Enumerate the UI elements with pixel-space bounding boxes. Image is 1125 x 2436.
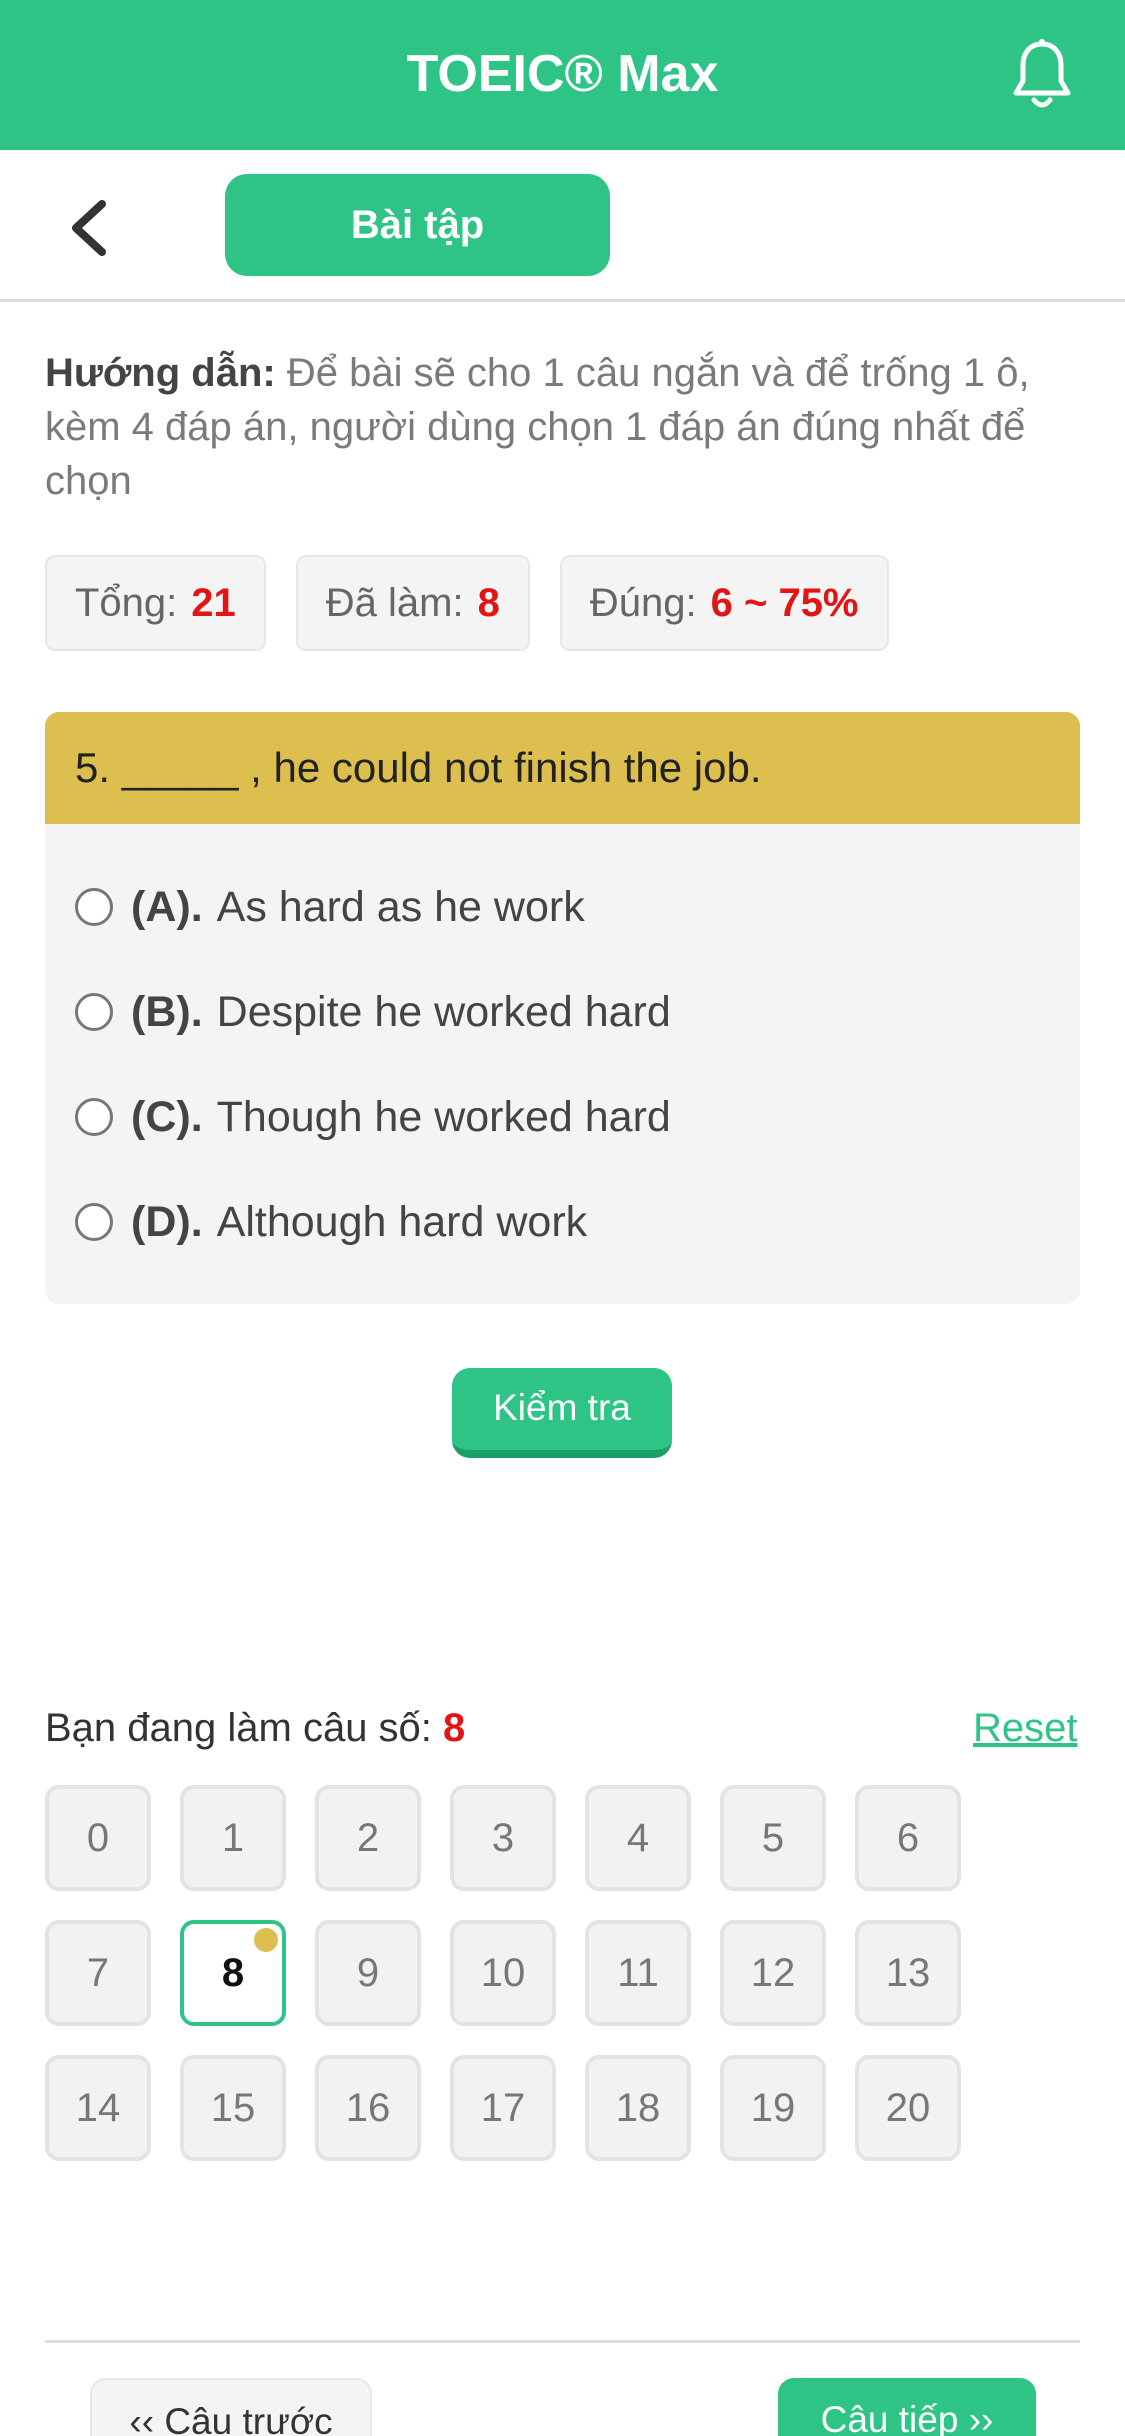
progress-current: 8	[443, 1706, 466, 1750]
next-question-button[interactable]: Câu tiếp ››	[778, 2378, 1036, 2436]
tab-exercises[interactable]: Bài tập	[225, 174, 610, 276]
question-number-cell[interactable]: 0	[45, 1785, 151, 1891]
question-number-cell[interactable]: 12	[720, 1920, 826, 2026]
question-number-cell[interactable]: 2	[315, 1785, 421, 1891]
option-a[interactable]: (A). As hard as he work	[75, 872, 585, 942]
question-number-cell[interactable]: 1	[180, 1785, 286, 1891]
prev-question-button[interactable]: ‹‹ Câu trước	[90, 2378, 372, 2436]
chevron-left-icon[interactable]	[62, 196, 118, 260]
question-number-cell[interactable]: 10	[450, 1920, 556, 2026]
instructions: Hướng dẫn: Để bài sẽ cho 1 câu ngắn và đ…	[45, 346, 1085, 508]
option-text: Though he worked hard	[216, 1092, 671, 1141]
radio-button[interactable]	[75, 993, 113, 1031]
stats-row: Tổng: 21 Đã làm: 8 Đúng: 6 ~ 75%	[45, 555, 889, 651]
question-number-cell[interactable]: 16	[315, 2055, 421, 2161]
question-number-cell[interactable]: 20	[855, 2055, 961, 2161]
option-d[interactable]: (D). Although hard work	[75, 1187, 587, 1257]
sub-header: Bài tập	[0, 150, 1125, 302]
stat-value: 6 ~ 75%	[710, 581, 859, 625]
question-number-cell[interactable]: 13	[855, 1920, 961, 2026]
option-c[interactable]: (C). Though he worked hard	[75, 1082, 671, 1152]
option-letter: (B).	[131, 987, 203, 1036]
divider	[45, 2340, 1080, 2343]
stat-done: Đã làm: 8	[295, 555, 530, 651]
option-letter: (C).	[131, 1092, 203, 1141]
check-button[interactable]: Kiểm tra	[452, 1368, 672, 1458]
question-number-cell[interactable]: 11	[585, 1920, 691, 2026]
question-number-cell[interactable]: 8	[180, 1920, 286, 2026]
stat-value: 21	[191, 581, 236, 625]
stat-label: Đã làm:	[325, 581, 464, 625]
app-bar: TOEIC® Max	[0, 0, 1125, 150]
option-letter: (D).	[131, 1197, 203, 1246]
question-number-cell[interactable]: 3	[450, 1785, 556, 1891]
option-text: Despite he worked hard	[216, 987, 671, 1036]
current-marker-dot	[254, 1928, 278, 1952]
progress-label: Bạn đang làm câu số:	[45, 1706, 432, 1750]
stat-label: Đúng:	[589, 581, 697, 625]
radio-button[interactable]	[75, 1098, 113, 1136]
option-text: Although hard work	[216, 1197, 588, 1246]
question-number-cell[interactable]: 7	[45, 1920, 151, 2026]
question-number-cell[interactable]: 18	[585, 2055, 691, 2161]
option-b[interactable]: (B). Despite he worked hard	[75, 977, 671, 1047]
question-number-cell[interactable]: 14	[45, 2055, 151, 2161]
reset-link[interactable]: Reset	[973, 1700, 1078, 1756]
stat-label: Tổng:	[75, 581, 178, 625]
option-text: As hard as he work	[216, 882, 585, 931]
instructions-label: Hướng dẫn:	[45, 351, 276, 395]
stat-value: 8	[477, 581, 500, 625]
radio-button[interactable]	[75, 888, 113, 926]
question-card: 5. _____ , he could not finish the job. …	[45, 712, 1080, 1304]
question-text: 5. _____ , he could not finish the job.	[45, 712, 1080, 824]
bell-icon[interactable]	[1010, 38, 1074, 112]
stat-correct: Đúng: 6 ~ 75%	[559, 555, 889, 651]
question-number-cell[interactable]: 19	[720, 2055, 826, 2161]
question-number-cell[interactable]: 5	[720, 1785, 826, 1891]
question-number-cell[interactable]: 15	[180, 2055, 286, 2161]
stat-total: Tổng: 21	[45, 555, 266, 651]
question-number-cell[interactable]: 4	[585, 1785, 691, 1891]
option-letter: (A).	[131, 882, 203, 931]
question-number-cell[interactable]: 9	[315, 1920, 421, 2026]
radio-button[interactable]	[75, 1203, 113, 1241]
question-number-cell[interactable]: 17	[450, 2055, 556, 2161]
app-title: TOEIC® Max	[406, 45, 719, 103]
question-number-cell[interactable]: 6	[855, 1785, 961, 1891]
current-question-indicator: Bạn đang làm câu số: 8	[45, 1700, 465, 1756]
